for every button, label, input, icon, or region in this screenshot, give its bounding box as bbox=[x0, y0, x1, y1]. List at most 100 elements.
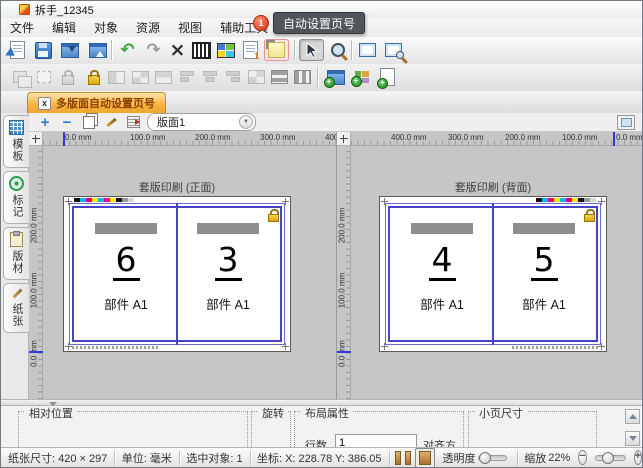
save-icon bbox=[35, 42, 52, 59]
undo-button[interactable]: ↶ bbox=[115, 39, 140, 61]
edit-pencil-icon bbox=[106, 117, 116, 126]
layout-select[interactable]: 版面1 ▼ bbox=[147, 113, 256, 131]
menu-object[interactable]: 对象 bbox=[85, 18, 127, 37]
back-canvas[interactable]: 套版印刷 (背面) 4 部件 A1 bbox=[351, 146, 642, 399]
menu-edit[interactable]: 编辑 bbox=[43, 18, 85, 37]
page-number-tool-button[interactable]: 1 bbox=[238, 39, 263, 61]
horizontal-ruler: 0.0 mm 100.0 mm 200.0 mm 300.0 mm 400.0 … bbox=[43, 132, 336, 146]
part-label: 部件 A1 bbox=[420, 294, 464, 313]
page-slot[interactable]: 5 部件 A1 bbox=[492, 206, 596, 342]
preview-zoom-button[interactable] bbox=[381, 39, 406, 61]
sidebar-tab-plates[interactable]: 版材 bbox=[3, 227, 29, 280]
menu-resource[interactable]: 资源 bbox=[127, 18, 169, 37]
properties-scrollbar bbox=[625, 409, 640, 446]
page-slot[interactable]: 6 部件 A1 bbox=[74, 206, 178, 342]
edit-layout-button[interactable] bbox=[103, 115, 119, 130]
press-sheet-back[interactable]: 4 部件 A1 5 部件 A1 bbox=[379, 196, 607, 352]
import-layout-button[interactable] bbox=[57, 39, 82, 61]
ruler-origin-crosshair-icon[interactable] bbox=[29, 132, 43, 146]
sidebar-tab-paper[interactable]: 纸张 bbox=[3, 283, 29, 333]
scroll-down-button[interactable] bbox=[625, 431, 640, 446]
copy-layout-button[interactable] bbox=[81, 115, 97, 130]
zoom-in-button[interactable]: + bbox=[634, 450, 642, 465]
remove-layout-button[interactable]: − bbox=[59, 115, 75, 130]
toolbar-separator bbox=[317, 67, 318, 87]
opacity-preset-2-icon[interactable] bbox=[405, 451, 411, 465]
select-tool-button[interactable] bbox=[299, 39, 324, 61]
chevron-down-icon[interactable]: ▼ bbox=[239, 115, 253, 129]
front-canvas[interactable]: 套版印刷 (正面) 6 部件 A1 bbox=[43, 146, 336, 399]
group-button[interactable] bbox=[9, 66, 31, 88]
tooltip-auto-page-number: 自动设置页号 bbox=[273, 12, 365, 34]
press-sheet-front[interactable]: 6 部件 A1 3 部件 A1 bbox=[63, 196, 291, 352]
zoom-slider-knob[interactable] bbox=[602, 452, 614, 464]
opacity-slider[interactable] bbox=[478, 455, 506, 461]
mirror-horizontal-icon bbox=[108, 71, 125, 84]
app-window: 拆手_12345 文件 编辑 对象 资源 视图 辅助工具 帮助 1 自动设置页号… bbox=[0, 0, 643, 468]
multi-pane-view-button[interactable] bbox=[213, 39, 238, 61]
menu-view[interactable]: 视图 bbox=[169, 18, 211, 37]
add-template-button[interactable]: + bbox=[323, 66, 348, 88]
ruler-origin-crosshair-icon[interactable] bbox=[337, 132, 351, 146]
zoom-slider[interactable] bbox=[595, 455, 626, 461]
add-layout-button[interactable]: + bbox=[37, 115, 53, 130]
panel-splitter[interactable] bbox=[1, 399, 642, 406]
save-button[interactable] bbox=[31, 39, 56, 61]
page-number: 4 bbox=[429, 243, 456, 281]
split-grid-button[interactable] bbox=[245, 66, 267, 88]
fit-page-icon bbox=[359, 43, 376, 57]
mirror-center-button[interactable] bbox=[129, 66, 151, 88]
fit-view-button[interactable] bbox=[355, 39, 380, 61]
sidebar-tab-label: 纸张 bbox=[10, 303, 23, 327]
unlock-button[interactable] bbox=[83, 66, 105, 88]
export-window-icon bbox=[89, 43, 107, 58]
delete-button[interactable]: × bbox=[165, 39, 190, 61]
mirror-vertical-button[interactable] bbox=[152, 66, 174, 88]
vertical-ruler: 200.0 mm 100.0 mm 0.0 mm bbox=[29, 146, 43, 399]
mirror-horizontal-button[interactable] bbox=[105, 66, 127, 88]
group-title: 旋转 bbox=[258, 406, 288, 421]
tab-auto-page-number[interactable]: x 多版面自动设置页号 bbox=[27, 92, 166, 113]
align-left-icon bbox=[180, 71, 194, 83]
menu-file[interactable]: 文件 bbox=[1, 18, 43, 37]
opacity-preset-3-button[interactable] bbox=[415, 448, 435, 468]
page-slot[interactable]: 4 部件 A1 bbox=[390, 206, 494, 342]
columns-view-button[interactable] bbox=[189, 39, 214, 61]
plate-fineprint bbox=[512, 346, 598, 349]
new-button[interactable] bbox=[5, 39, 30, 61]
export-list-button[interactable] bbox=[125, 115, 141, 130]
ungroup-button[interactable] bbox=[33, 66, 55, 88]
window-title: 拆手_12345 bbox=[35, 2, 94, 18]
opacity-preset-1-icon[interactable] bbox=[395, 451, 401, 465]
panel-toggle-button[interactable] bbox=[617, 115, 635, 130]
ruler-label: 200.0 mm bbox=[505, 133, 541, 142]
arrange-toolbar: + + + bbox=[1, 64, 642, 92]
ruler-label: 0.0 mm bbox=[616, 133, 642, 142]
select-arrow-icon bbox=[305, 42, 319, 58]
tab-close-icon[interactable]: x bbox=[38, 97, 51, 110]
zoom-tool-button[interactable] bbox=[325, 39, 350, 61]
auto-page-number-icon bbox=[268, 42, 285, 58]
sidebar-tab-marks[interactable]: 标记 bbox=[3, 171, 29, 224]
align-right-button[interactable] bbox=[222, 66, 244, 88]
rows-input[interactable] bbox=[335, 434, 417, 447]
page-slot[interactable]: 3 部件 A1 bbox=[176, 206, 280, 342]
align-center-button[interactable] bbox=[199, 66, 221, 88]
auto-page-number-tool-button[interactable] bbox=[264, 39, 289, 61]
ruler-origin-marker bbox=[337, 351, 351, 353]
split-rows-button[interactable] bbox=[268, 66, 290, 88]
split-columns-button[interactable] bbox=[291, 66, 313, 88]
export-layout-button[interactable] bbox=[85, 39, 110, 61]
sidebar-tab-templates[interactable]: 模板 bbox=[3, 115, 29, 168]
redo-button[interactable]: ↷ bbox=[141, 39, 166, 61]
add-group-button[interactable]: + bbox=[349, 66, 374, 88]
lock-button[interactable] bbox=[57, 66, 79, 88]
align-left-button[interactable] bbox=[176, 66, 198, 88]
add-page-button[interactable]: + bbox=[375, 66, 400, 88]
redo-icon: ↷ bbox=[146, 42, 160, 59]
group-page-size: 小页尺寸 bbox=[468, 411, 597, 447]
zoom-out-button[interactable]: − bbox=[578, 450, 586, 465]
zoom-label: 缩放 bbox=[517, 450, 548, 466]
scroll-up-button[interactable] bbox=[625, 409, 640, 424]
opacity-slider-knob[interactable] bbox=[479, 452, 491, 464]
